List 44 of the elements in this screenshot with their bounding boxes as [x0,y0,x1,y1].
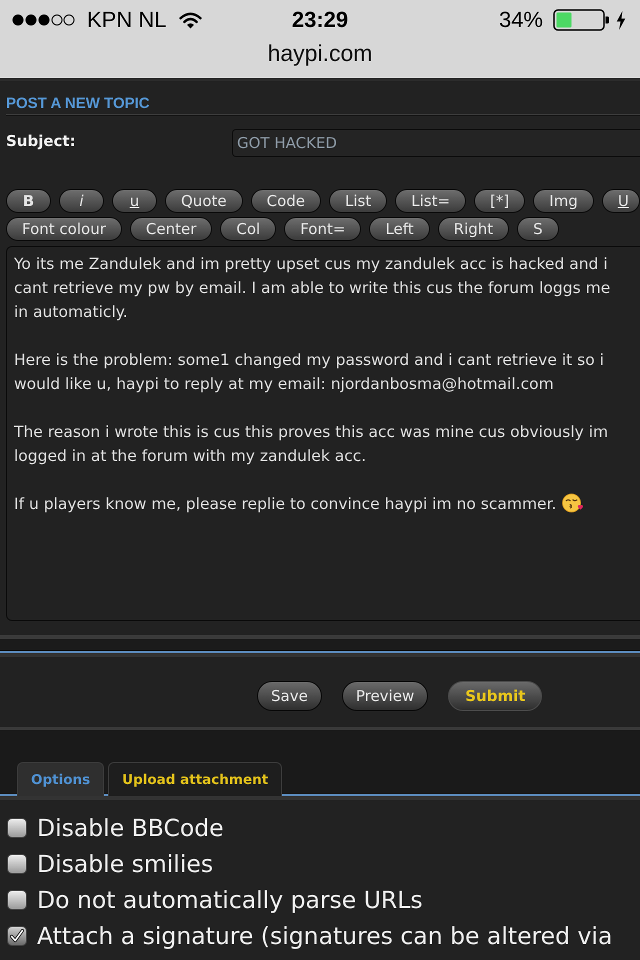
format-button[interactable]: Right [438,217,510,241]
kissing-face-emoji-icon [562,493,584,513]
tab[interactable]: Options [17,762,104,796]
format-button[interactable]: Left [369,217,430,241]
option-label: Attach a signature (signatures can be altered via [37,921,612,951]
format-button[interactable]: [*] [474,189,526,213]
format-button[interactable]: Center [130,217,212,241]
format-button[interactable]: i [59,189,104,213]
form-button[interactable]: Save [257,681,322,711]
form-button[interactable]: Preview [342,681,428,711]
carrier-name: KPN NL [87,7,166,33]
wifi-icon [179,12,202,28]
option-label: Disable smilies [37,849,214,879]
format-button[interactable]: Img [533,189,594,213]
clock-time: 23:29 [292,7,348,33]
checkbox[interactable] [7,854,27,874]
battery-icon [553,9,610,31]
format-button[interactable]: List= [395,189,466,213]
format-button[interactable]: S [517,217,559,241]
checkmark-icon [8,927,26,945]
option-label: Do not automatically parse URLs [37,885,423,915]
format-button[interactable]: Font= [284,217,362,241]
format-button[interactable]: Quote [165,189,243,213]
checkbox[interactable] [7,926,27,946]
format-button[interactable]: u [112,189,157,213]
format-button[interactable]: B [6,189,51,213]
section-heading: POST A NEW TOPIC [6,95,150,112]
charging-bolt-icon [616,10,626,30]
option-label: Disable BBCode [37,813,224,843]
format-button[interactable]: List [329,189,388,213]
tab[interactable]: Upload attachment [108,762,282,796]
format-button[interactable]: Code [250,189,322,213]
battery-percent: 34% [498,7,543,33]
format-button[interactable]: Col [220,217,276,241]
subject-label: Subject: [6,131,77,151]
message-field[interactable]: Yo its me Zandulek and im pretty upset cus my zandulek acc is hacked and i cant retrieve my pw by email. I am able to write this cus the forum loggs me in automaticly. Here is the problem: some1 changed my password and i cant retrieve it so i would like u, haypi to reply at my email: njordanbosma@hotmail.com The reason i wrote this is cus this proves this acc was mine cus obviously im logged in at the forum with my zandulek acc. If u players know me, please replie to convince haypi im no scammer. [6,246,640,621]
format-button[interactable]: U [602,189,640,213]
signal-strength-icon [12,14,75,26]
address-url[interactable]: haypi.com [268,40,372,67]
checkbox[interactable] [7,890,27,910]
form-button[interactable]: Submit [448,681,542,711]
subject-field[interactable]: GOT HACKED [232,129,640,157]
checkbox[interactable] [7,818,27,838]
format-button[interactable]: Font colour [6,217,122,241]
